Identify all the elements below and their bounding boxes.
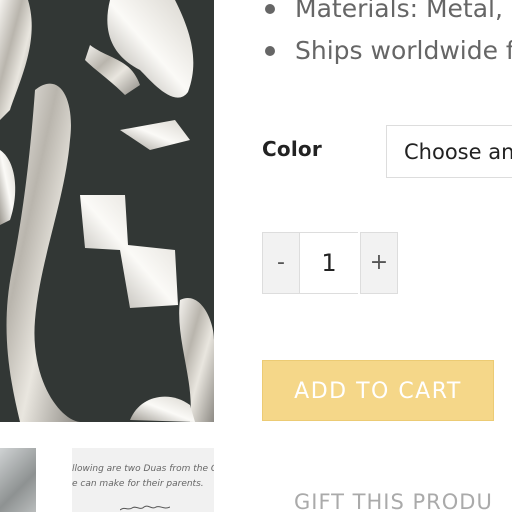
feature-text: Ships worldwide fr <box>295 36 512 65</box>
thumbnail-image-1[interactable] <box>0 448 36 512</box>
quantity-increase-button[interactable]: + <box>360 232 398 294</box>
feature-text: Materials: Metal, s <box>295 0 512 23</box>
arabic-script-image <box>120 505 170 511</box>
thumbnail-image-2[interactable]: llowing are two Duas from the Qu e can m… <box>72 448 214 512</box>
bullet-icon <box>265 4 275 14</box>
bullet-icon <box>265 46 275 56</box>
feature-item: Ships worldwide fr <box>262 29 512 72</box>
quantity-input[interactable] <box>300 232 358 294</box>
gift-this-product-link[interactable]: GIFT THIS PRODU <box>294 490 493 512</box>
thumbnail-caption-line1: llowing are two Duas from the Qu <box>72 464 214 474</box>
add-to-cart-button[interactable]: ADD TO CART <box>262 360 494 421</box>
thumbnail-caption-line2: e can make for their parents. <box>72 479 204 489</box>
color-label: Color <box>262 137 322 161</box>
product-main-image[interactable] <box>0 0 214 422</box>
thumbnail-strip: llowing are two Duas from the Qu e can m… <box>0 448 214 512</box>
color-select[interactable]: Choose an <box>386 125 512 178</box>
feature-item: Materials: Metal, s <box>262 0 512 30</box>
product-details: Materials: Metal, s Ships worldwide fr C… <box>262 0 512 512</box>
quantity-stepper: - + <box>262 232 402 294</box>
feature-list: Materials: Metal, s Ships worldwide fr <box>262 0 512 72</box>
quantity-decrease-button[interactable]: - <box>262 232 300 294</box>
